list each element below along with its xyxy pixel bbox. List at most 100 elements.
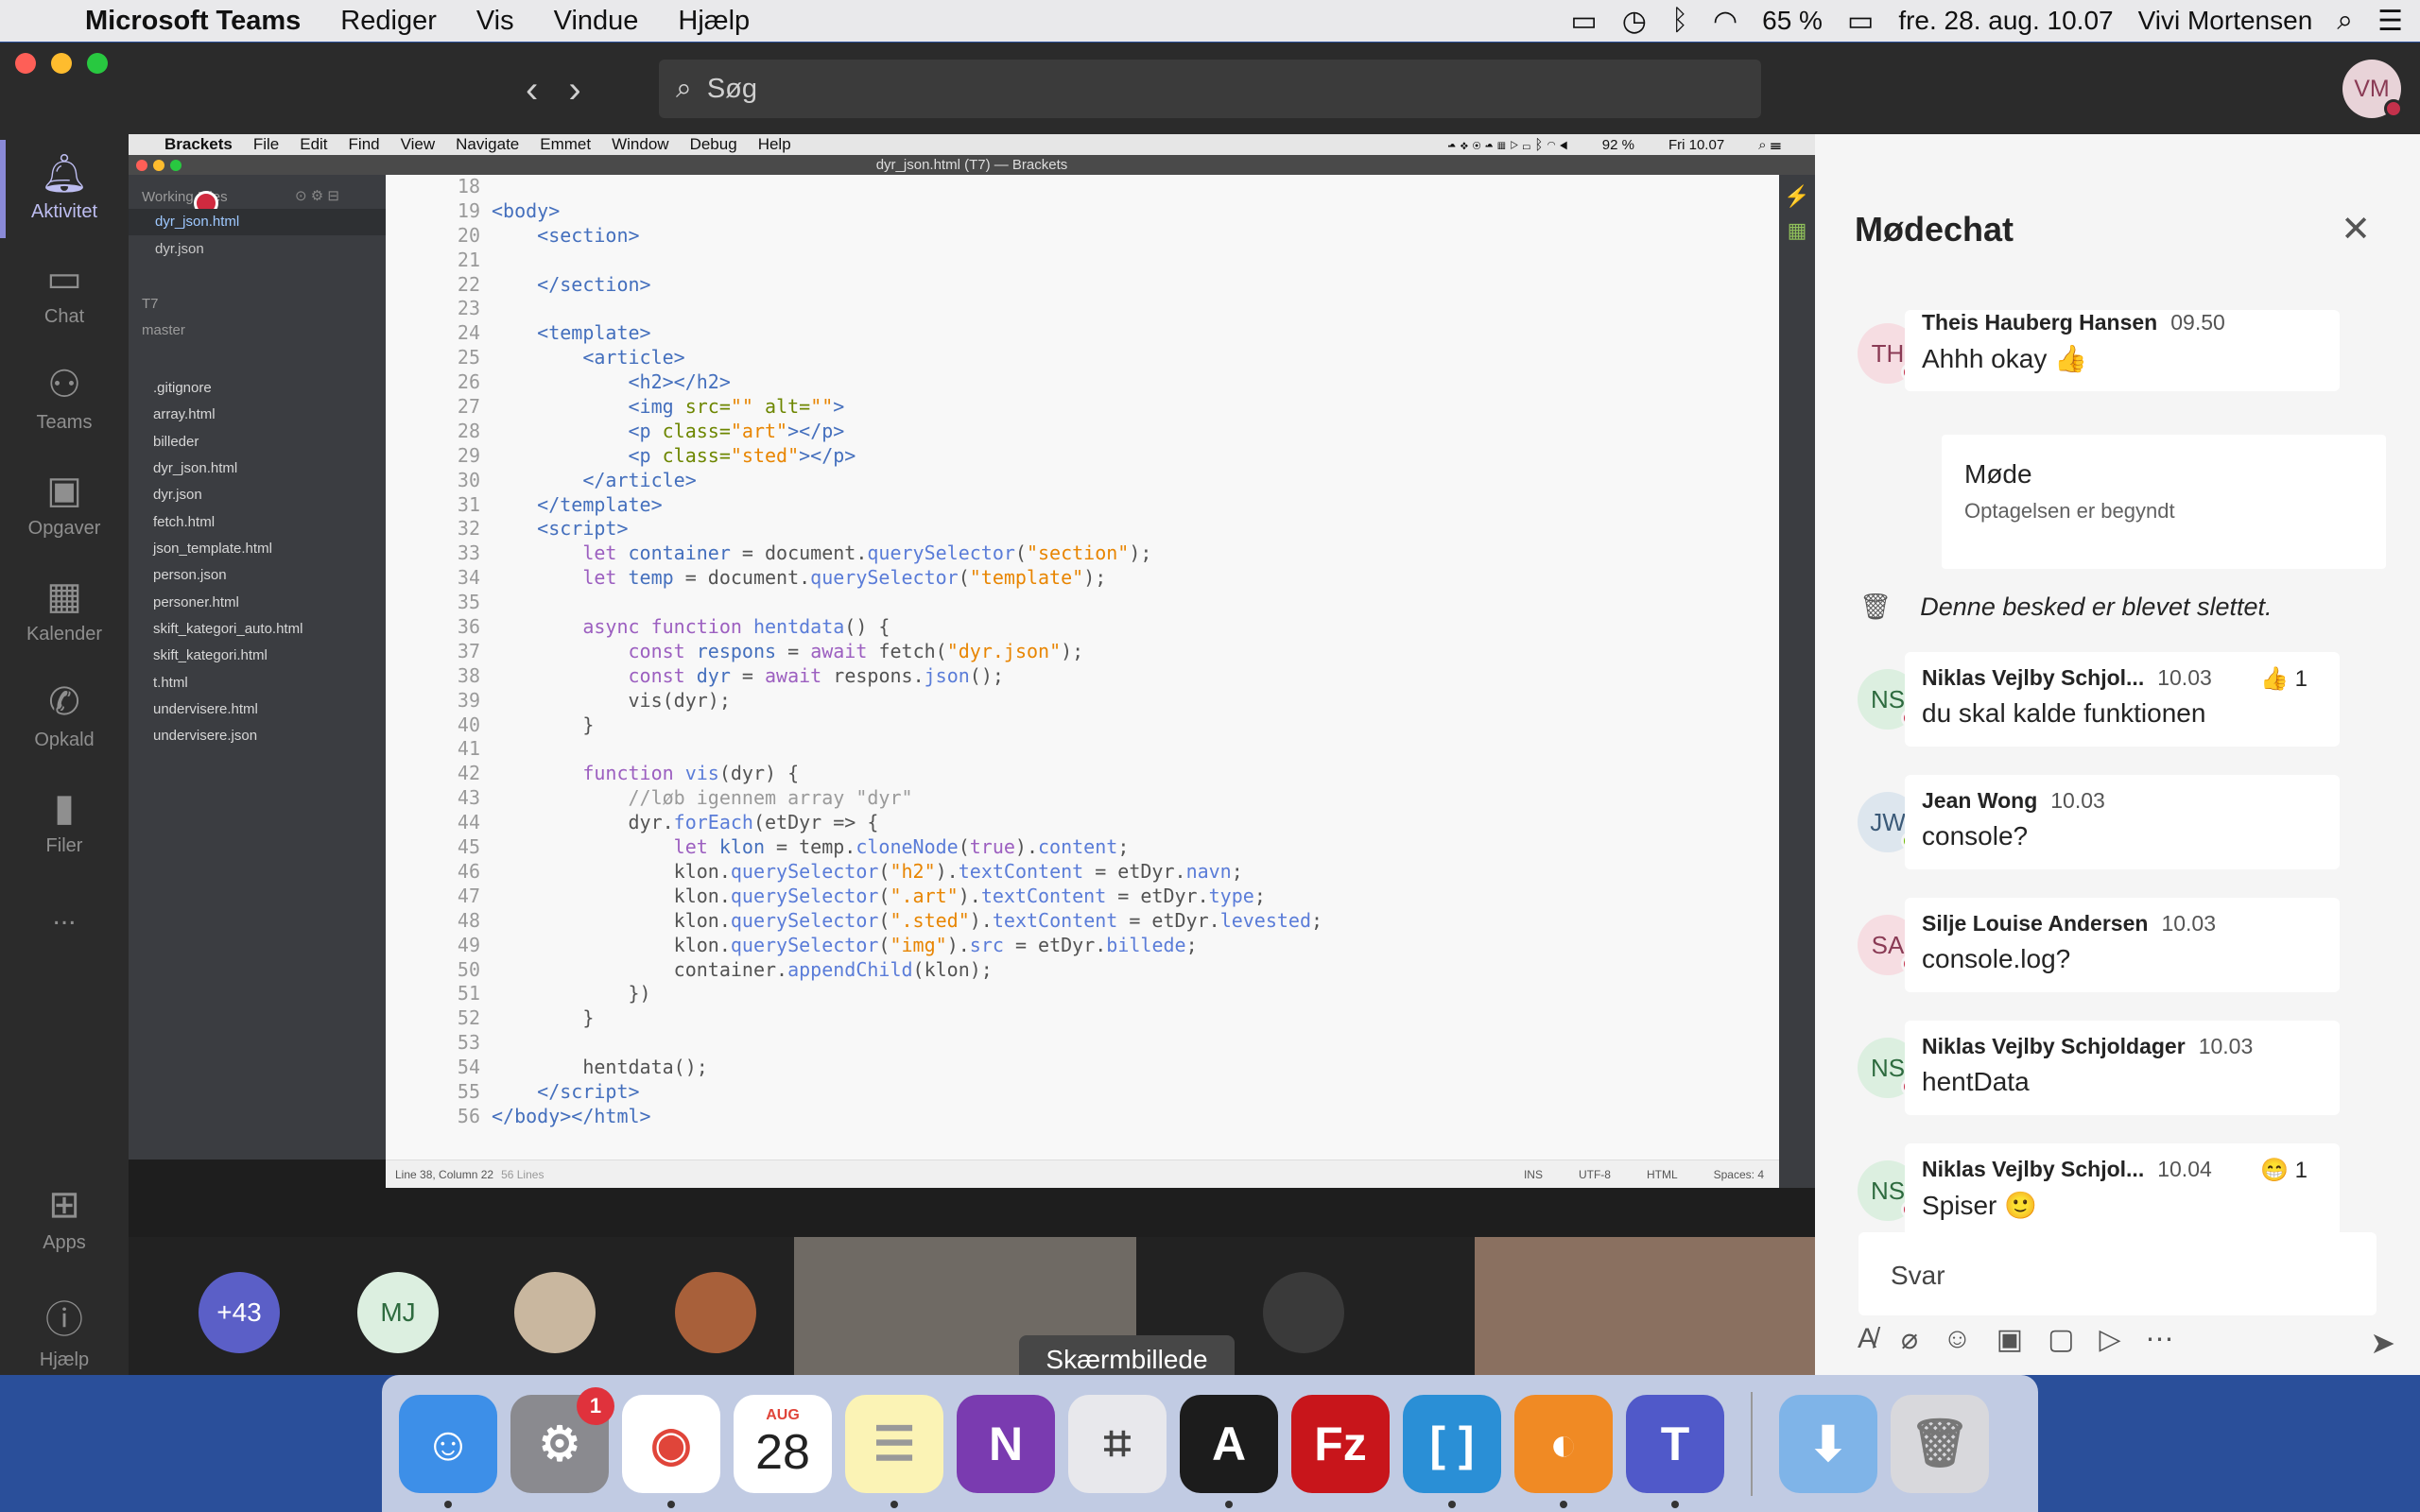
rail-item-hjaelp[interactable]: ⓘ Hjælp — [0, 1289, 129, 1371]
chrome-icon[interactable]: ◉ — [622, 1394, 720, 1508]
teams-icon: ⚇ — [47, 364, 81, 405]
project-file: undervisere.html — [153, 701, 258, 717]
send-icon[interactable]: ➤ — [2370, 1325, 2395, 1361]
emoji-icon[interactable]: ☺ — [1943, 1323, 1972, 1356]
wifi-icon[interactable]: ◠ — [1713, 5, 1737, 38]
line-number: 22 — [457, 272, 480, 296]
rail-item-aktivitet[interactable]: 🔔︎ Aktivitet — [0, 140, 129, 238]
system-preferences-icon[interactable]: ⚙ 1 — [510, 1386, 614, 1493]
rail-item-opgaver[interactable]: ▣ Opgaver — [0, 469, 129, 540]
screenshot-icon[interactable]: ⌗ — [1068, 1394, 1167, 1493]
rail-item-more[interactable]: ... — [0, 900, 129, 932]
avatar-initials: NS — [1870, 1053, 1906, 1082]
message-reaction[interactable]: 👍 1 — [2260, 665, 2308, 693]
line-number: 52 — [457, 1006, 480, 1030]
brackets-menu-file: File — [252, 135, 280, 153]
reply-input[interactable]: Svar — [1858, 1232, 2377, 1315]
message-author: Theis Hauberg Hansen — [1922, 310, 2158, 335]
project-file: person.json — [153, 567, 227, 583]
finder-icon[interactable]: ☺ — [399, 1394, 497, 1508]
menu-rediger[interactable]: Rediger — [340, 6, 437, 37]
search-bar[interactable]: ⌕ Søg — [659, 60, 1761, 118]
minimize-window-button[interactable] — [51, 53, 72, 74]
message-reaction[interactable]: 😁 1 — [2260, 1157, 2308, 1184]
menubar-clock[interactable]: fre. 28. aug. 10.07 — [1898, 6, 2113, 36]
participant-avatar[interactable]: MJ — [357, 1272, 439, 1353]
calendar-icon[interactable]: AUG 28 — [734, 1394, 832, 1493]
menu-vis[interactable]: Vis — [476, 6, 514, 37]
sticker-icon[interactable]: ▢ — [2048, 1323, 2074, 1356]
battery-icon: ▭ — [1846, 5, 1875, 37]
chat-message[interactable]: Niklas Vejlby Schjol... 10.03 👍 1 du skal… — [1905, 652, 2340, 747]
message-author: Niklas Vejlby Schjol... — [1922, 665, 2145, 690]
brackets-menu-view: View — [400, 135, 436, 153]
more-options-icon[interactable]: ⋯ — [2146, 1323, 2174, 1356]
participant-photo[interactable] — [514, 1272, 596, 1353]
project-file: .gitignore — [153, 380, 212, 396]
rail-item-filer[interactable]: ▮ Filer — [0, 786, 129, 857]
rail-item-chat[interactable]: ▭ Chat — [0, 257, 129, 328]
participant-video[interactable] — [1475, 1237, 1815, 1375]
brackets-sidebar: Working Files ⊙ ⚙ ⊟ dyr_json.html dyr.js… — [129, 175, 386, 1160]
line-number: 35 — [457, 591, 480, 614]
teams-icon[interactable]: T — [1626, 1394, 1724, 1508]
bluetooth-icon[interactable]: ᛒ — [1671, 5, 1688, 37]
line-number: 23 — [457, 297, 480, 320]
maximize-window-button[interactable] — [87, 53, 108, 74]
brackets-menu-window: Window — [612, 135, 669, 153]
participant-photo[interactable] — [1263, 1272, 1344, 1353]
working-file: dyr_json.html — [129, 209, 386, 235]
acrobat-icon[interactable]: A — [1180, 1394, 1278, 1508]
notes-icon[interactable]: ☰ — [845, 1394, 943, 1508]
chat-message[interactable]: Theis Hauberg Hansen 09.50 Ahhh okay 👍 — [1905, 310, 2340, 391]
back-arrow-icon[interactable]: ‹ — [526, 69, 538, 112]
firefox-icon[interactable]: ◐ — [1514, 1394, 1613, 1508]
downloads-icon[interactable]: ⬇ — [1779, 1394, 1877, 1493]
brackets-icon[interactable]: [ ] — [1403, 1394, 1501, 1508]
chat-message[interactable]: Jean Wong 10.03 console? — [1905, 775, 2340, 869]
meeting-card-subtitle: Optagelsen er begyndt — [1964, 499, 2175, 523]
menu-hjaelp[interactable]: Hjælp — [678, 6, 750, 37]
forward-arrow-icon[interactable]: › — [568, 69, 580, 112]
chat-message[interactable]: Niklas Vejlby Schjol... 10.04 😁 1 Spiser … — [1905, 1143, 2340, 1238]
onenote-icon[interactable]: N — [957, 1394, 1055, 1493]
chat-message[interactable]: Silje Louise Andersen 10.03 console.log? — [1905, 898, 2340, 992]
git-branch: master — [142, 322, 185, 338]
rail-item-kalender[interactable]: ▦ Kalender — [0, 575, 129, 645]
assignments-icon: ▣ — [46, 470, 82, 511]
meeting-card[interactable]: Møde Optagelsen er begyndt — [1942, 435, 2386, 569]
brackets-menu-edit: Edit — [300, 135, 328, 153]
trash-icon[interactable]: 🗑︎ — [1891, 1394, 1989, 1493]
participant-photo[interactable] — [675, 1272, 756, 1353]
gif-icon[interactable]: ▣ — [1996, 1323, 2023, 1356]
close-icon[interactable]: ✕ — [2341, 208, 2371, 250]
menu-app-name[interactable]: Microsoft Teams — [85, 6, 301, 37]
rail-label: Chat — [43, 306, 85, 327]
line-number: 28 — [457, 419, 480, 442]
rail-label: Kalender — [26, 624, 103, 644]
format-icon[interactable]: A̸ — [1858, 1323, 1876, 1356]
menubar-user[interactable]: Vivi Mortensen — [2138, 6, 2313, 36]
rail-item-apps[interactable]: ⊞ Apps — [0, 1183, 129, 1254]
filezilla-icon[interactable]: Fz — [1291, 1394, 1390, 1493]
avatar-initials: NS — [1870, 1176, 1906, 1205]
user-avatar[interactable]: VM — [2342, 60, 2403, 118]
time-machine-icon[interactable]: ◷ — [1622, 5, 1647, 38]
participant-initials: MJ — [380, 1297, 416, 1327]
battery-percent[interactable]: 65 % — [1762, 6, 1823, 36]
line-number: 31 — [457, 492, 480, 516]
meeting-chat-panel: Mødechat ✕ TH Theis Hauberg Hansen 09.50 … — [1815, 134, 2420, 1375]
rail-item-teams[interactable]: ⚇ Teams — [0, 363, 129, 434]
airplay-icon[interactable]: ▭ — [1570, 5, 1597, 38]
meet-now-icon[interactable]: ▷ — [2099, 1323, 2120, 1356]
more-participants-button[interactable]: +43 — [199, 1272, 280, 1353]
menu-vindue[interactable]: Vindue — [554, 6, 639, 37]
rail-item-opkald[interactable]: ✆ Opkald — [0, 680, 129, 751]
control-center-icon[interactable]: ☰ — [2377, 5, 2403, 38]
search-placeholder: Søg — [706, 73, 757, 104]
avatar-initials: JW — [1870, 807, 1906, 836]
chat-message[interactable]: Niklas Vejlby Schjoldager 10.03 hentData — [1905, 1021, 2340, 1115]
attach-icon[interactable]: ⌀ — [1901, 1323, 1918, 1356]
close-window-button[interactable] — [15, 53, 36, 74]
spotlight-search-icon[interactable]: ⌕ — [2337, 5, 2353, 37]
